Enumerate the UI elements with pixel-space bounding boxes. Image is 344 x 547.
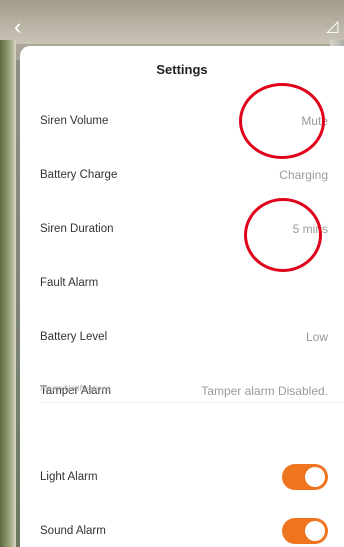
sound-alarm-label: Sound Alarm bbox=[40, 525, 106, 537]
siren-volume-value: Mute bbox=[301, 114, 328, 128]
light-alarm-label: Light Alarm bbox=[40, 471, 98, 483]
settings-row-battery-charge: Battery Charge Charging bbox=[20, 148, 344, 202]
settings-row-sound-alarm: Sound Alarm bbox=[20, 504, 344, 547]
battery-charge-value: Charging bbox=[279, 168, 328, 182]
alarm-notifications-header: Alarm Notifications bbox=[40, 383, 111, 393]
settings-row-fault-alarm[interactable]: Fault Alarm bbox=[20, 256, 344, 310]
background-top bbox=[0, 0, 344, 44]
fault-alarm-label: Fault Alarm bbox=[40, 277, 99, 289]
battery-level-label: Battery Level bbox=[40, 331, 108, 343]
settings-sheet: Settings Siren Volume Mute Battery Charg… bbox=[20, 46, 344, 547]
battery-charge-label: Battery Charge bbox=[40, 169, 118, 181]
sound-alarm-toggle[interactable] bbox=[282, 518, 328, 544]
settings-row-light-alarm: Light Alarm bbox=[20, 450, 344, 504]
toggle-knob bbox=[305, 467, 325, 487]
light-alarm-toggle[interactable] bbox=[282, 464, 328, 490]
siren-duration-label: Siren Duration bbox=[40, 223, 114, 235]
tamper-alarm-value: Tamper alarm Disabled. bbox=[201, 384, 328, 398]
back-button[interactable]: ‹ bbox=[14, 16, 36, 38]
siren-duration-value: 5 mins bbox=[292, 222, 328, 236]
settings-row-battery-level: Battery Level Low bbox=[20, 310, 344, 364]
edit-icon[interactable]: ◿ bbox=[326, 18, 342, 36]
battery-level-value: Low bbox=[305, 330, 328, 344]
background-left-edge bbox=[0, 40, 16, 547]
toggle-knob bbox=[305, 521, 325, 541]
chevron-left-icon: ‹ bbox=[14, 14, 22, 39]
page-title: Settings bbox=[156, 62, 208, 77]
siren-volume-label: Siren Volume bbox=[40, 115, 109, 127]
section-divider bbox=[40, 402, 344, 403]
settings-row-siren-duration[interactable]: Siren Duration 5 mins bbox=[20, 202, 344, 256]
settings-row-siren-volume[interactable]: Siren Volume Mute bbox=[20, 94, 344, 148]
